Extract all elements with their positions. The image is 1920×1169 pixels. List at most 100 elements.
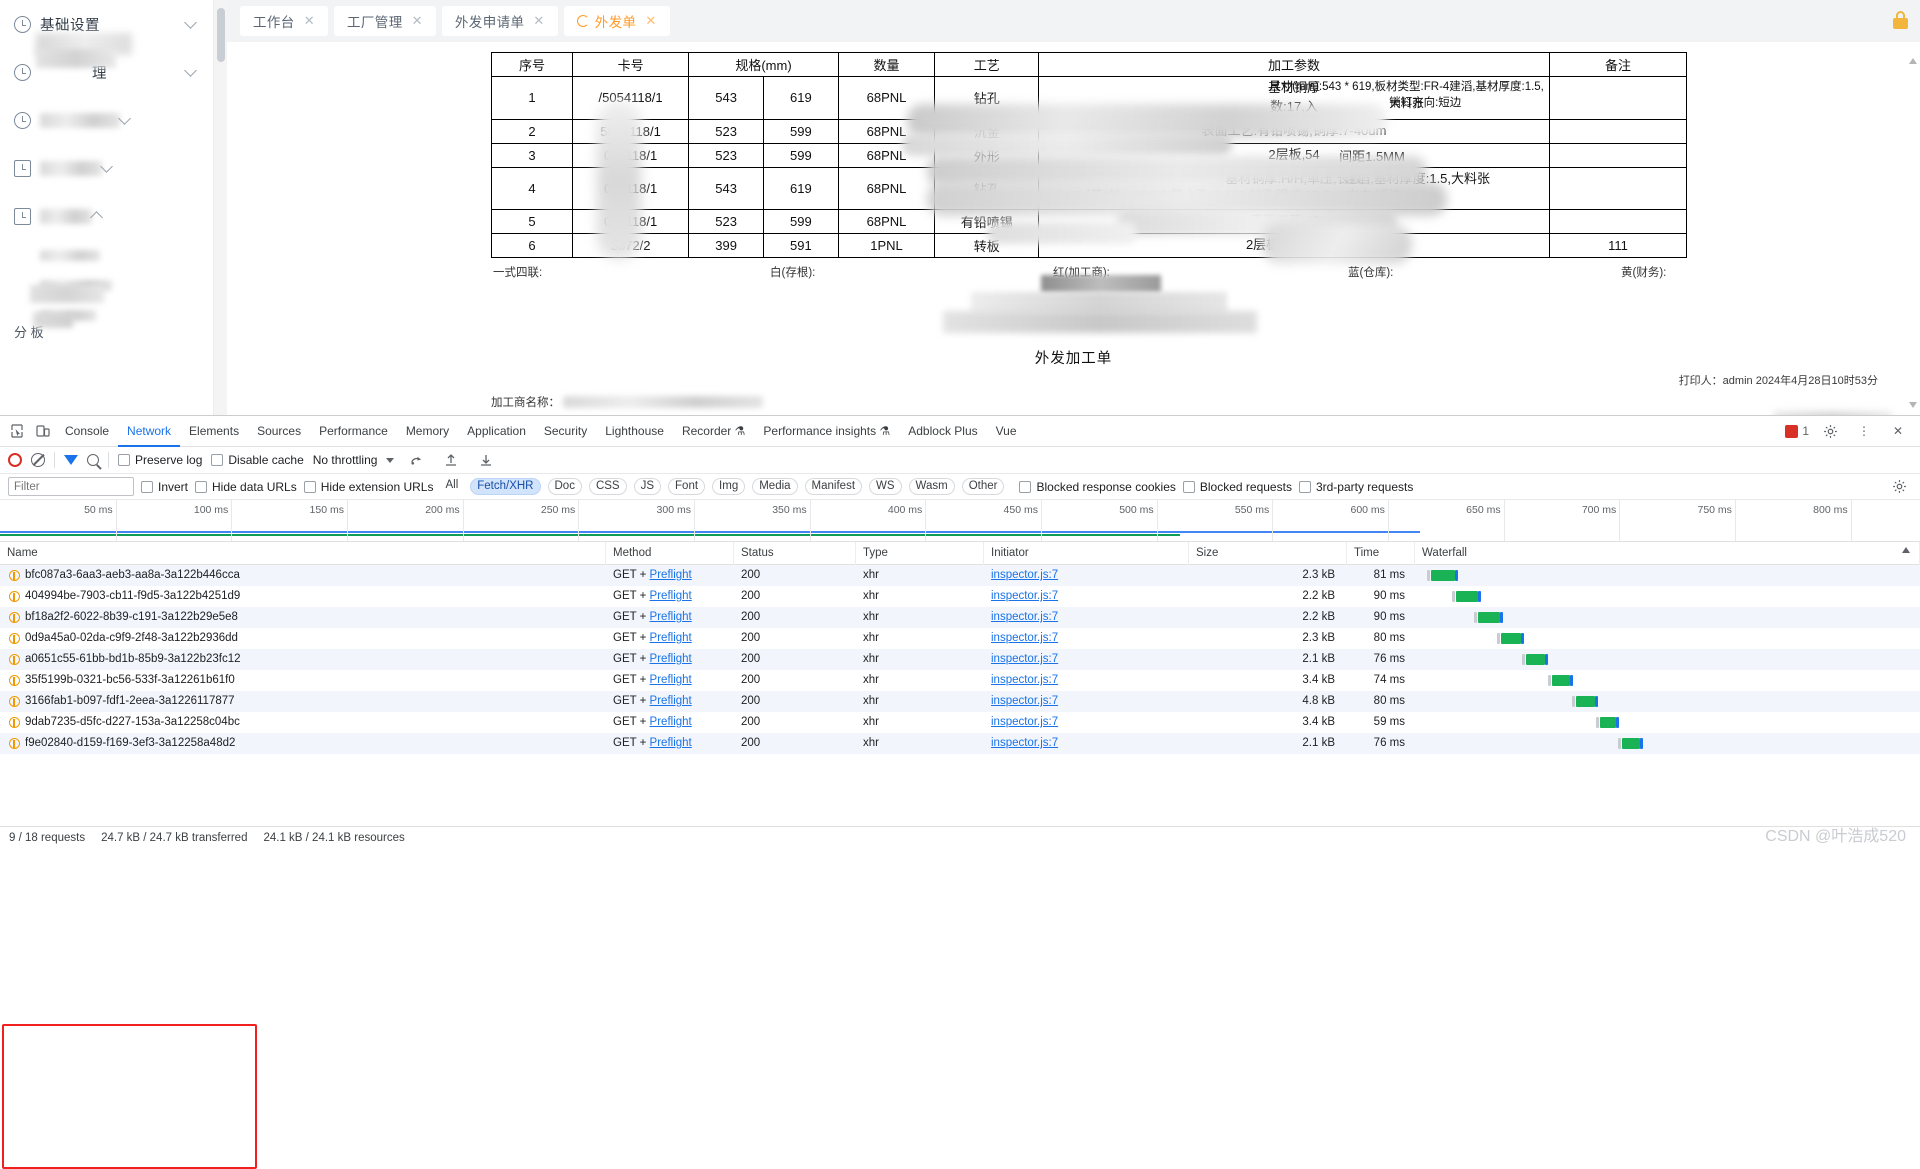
- preflight-link[interactable]: Preflight: [650, 611, 692, 623]
- import-har-icon[interactable]: [438, 447, 464, 473]
- invert-checkbox[interactable]: Invert: [141, 480, 188, 494]
- tab-performance[interactable]: Performance: [310, 416, 397, 447]
- third-party-requests-checkbox[interactable]: 3rd-party requests: [1298, 480, 1413, 494]
- cell-request-name[interactable]: 9dab7235-d5fc-d227-153a-3a12258c04bc: [0, 712, 606, 733]
- initiator-link[interactable]: inspector.js:7: [991, 611, 1058, 623]
- col-header-initiator[interactable]: Initiator: [984, 541, 1189, 565]
- preserve-log-checkbox[interactable]: Preserve log: [118, 453, 202, 467]
- close-devtools-icon[interactable]: ✕: [1885, 418, 1911, 444]
- tab-memory[interactable]: Memory: [397, 416, 458, 447]
- col-header-status[interactable]: Status: [734, 541, 856, 565]
- tab-close-icon[interactable]: ✕: [533, 13, 544, 29]
- blocked-response-cookies-checkbox[interactable]: Blocked response cookies: [1019, 480, 1176, 494]
- tab-close-icon[interactable]: ✕: [645, 13, 656, 29]
- tab-2[interactable]: 外发申请单 ✕: [441, 6, 558, 36]
- type-filter-other[interactable]: Other: [961, 478, 1005, 495]
- initiator-link[interactable]: inspector.js:7: [991, 737, 1058, 749]
- preflight-link[interactable]: Preflight: [650, 653, 692, 665]
- sidebar-item-4[interactable]: [0, 192, 213, 240]
- more-options-icon[interactable]: ⋮: [1851, 418, 1877, 444]
- preflight-link[interactable]: Preflight: [650, 716, 692, 728]
- export-har-icon[interactable]: [473, 447, 499, 473]
- initiator-link[interactable]: inspector.js:7: [991, 695, 1058, 707]
- cell-request-name[interactable]: bf18a2f2-6022-8b39-c191-3a122b29e5e8: [0, 607, 606, 628]
- chevron-down-icon[interactable]: [386, 457, 395, 463]
- tab-elements[interactable]: Elements: [180, 416, 248, 447]
- blocked-requests-checkbox[interactable]: Blocked requests: [1182, 480, 1292, 494]
- tab-1[interactable]: 工厂管理 ✕: [334, 6, 436, 36]
- type-filter-manifest[interactable]: Manifest: [804, 478, 863, 495]
- lock-icon[interactable]: [1893, 11, 1908, 29]
- settings-gear-icon[interactable]: [1817, 418, 1843, 444]
- cell-request-name[interactable]: 35f5199b-0321-bc56-533f-3a12261b61f0: [0, 670, 606, 691]
- throttling-select[interactable]: No throttling: [313, 453, 378, 467]
- col-header-size[interactable]: Size: [1189, 541, 1347, 565]
- preflight-link[interactable]: Preflight: [650, 632, 692, 644]
- tab-performance-insights[interactable]: Performance insights ⚗: [754, 416, 899, 447]
- type-filter-doc[interactable]: Doc: [547, 478, 582, 495]
- preflight-link[interactable]: Preflight: [650, 674, 692, 686]
- tab-network[interactable]: Network: [118, 416, 180, 447]
- network-conditions-icon[interactable]: [403, 447, 429, 473]
- scroll-up-arrow[interactable]: [1909, 58, 1918, 67]
- initiator-link[interactable]: inspector.js:7: [991, 632, 1058, 644]
- tab-0[interactable]: 工作台 ✕: [240, 6, 328, 36]
- search-icon[interactable]: [87, 454, 99, 466]
- tab-close-icon[interactable]: ✕: [412, 13, 423, 29]
- cell-request-name[interactable]: a0651c55-61bb-bd1b-85b9-3a122b23fc12: [0, 649, 606, 670]
- initiator-link[interactable]: inspector.js:7: [991, 653, 1058, 665]
- tab-recorder[interactable]: Recorder ⚗: [673, 416, 754, 447]
- initiator-link[interactable]: inspector.js:7: [991, 590, 1058, 602]
- tab-vue[interactable]: Vue: [987, 416, 1026, 447]
- col-header-time[interactable]: Time: [1347, 541, 1415, 565]
- table-row[interactable]: a0651c55-61bb-bd1b-85b9-3a122b23fc12 GET …: [0, 649, 1920, 670]
- sidebar-item-3[interactable]: [0, 144, 213, 192]
- table-row[interactable]: 404994be-7903-cb11-f9d5-3a122b4251d9 GET …: [0, 586, 1920, 607]
- table-row[interactable]: bfc087a3-6aa3-aeb3-aa8a-3a122b446cca GET …: [0, 565, 1920, 586]
- network-timeline-overview[interactable]: 请求了9次详情接口，然后整合数据后渲染到页面上 50 ms 100 ms 150 m…: [0, 500, 1920, 542]
- filter-input[interactable]: [8, 477, 134, 496]
- preflight-link[interactable]: Preflight: [650, 737, 692, 749]
- type-filter-fetch-xhr[interactable]: Fetch/XHR: [470, 478, 541, 495]
- tab-security[interactable]: Security: [535, 416, 596, 447]
- error-badge[interactable]: 1: [1785, 424, 1809, 438]
- tab-adblock-plus[interactable]: Adblock Plus: [899, 416, 986, 447]
- tab-close-icon[interactable]: ✕: [304, 13, 315, 29]
- preflight-link[interactable]: Preflight: [650, 569, 692, 581]
- initiator-link[interactable]: inspector.js:7: [991, 569, 1058, 581]
- table-row[interactable]: f9e02840-d159-f169-3ef3-3a12258a48d2 GET …: [0, 733, 1920, 754]
- table-row[interactable]: 0d9a45a0-02da-c9f9-2f48-3a122b2936dd GET …: [0, 628, 1920, 649]
- col-header-method[interactable]: Method: [606, 541, 734, 565]
- table-row[interactable]: 3166fab1-b097-fdf1-2eea-3a1226117877 GET …: [0, 691, 1920, 712]
- type-filter-ws[interactable]: WS: [869, 478, 902, 495]
- tab-sources[interactable]: Sources: [248, 416, 310, 447]
- sidebar-item-2[interactable]: [0, 96, 213, 144]
- type-filter-font[interactable]: Font: [668, 478, 706, 495]
- cell-request-name[interactable]: f9e02840-d159-f169-3ef3-3a12258a48d2: [0, 733, 606, 754]
- initiator-link[interactable]: inspector.js:7: [991, 716, 1058, 728]
- cell-request-name[interactable]: 404994be-7903-cb11-f9d5-3a122b4251d9: [0, 586, 606, 607]
- cell-request-name[interactable]: 0d9a45a0-02da-c9f9-2f48-3a122b2936dd: [0, 628, 606, 649]
- filter-settings-gear-icon[interactable]: [1886, 474, 1912, 500]
- preflight-link[interactable]: Preflight: [650, 590, 692, 602]
- clear-button-icon[interactable]: [31, 453, 45, 467]
- table-row[interactable]: 9dab7235-d5fc-d227-153a-3a12258c04bc GET …: [0, 712, 1920, 733]
- hide-data-urls-checkbox[interactable]: Hide data URLs: [195, 480, 297, 494]
- hide-extension-urls-checkbox[interactable]: Hide extension URLs: [303, 480, 433, 494]
- type-filter-media[interactable]: Media: [752, 478, 798, 495]
- type-filter-all[interactable]: All: [440, 478, 463, 495]
- content-vertical-scrollbar[interactable]: [214, 0, 227, 415]
- inspect-element-icon[interactable]: [4, 418, 30, 444]
- tab-3-active[interactable]: 外发单 ✕: [563, 6, 670, 36]
- tab-lighthouse[interactable]: Lighthouse: [596, 416, 673, 447]
- cell-request-name[interactable]: 3166fab1-b097-fdf1-2eea-3a1226117877: [0, 691, 606, 712]
- type-filter-img[interactable]: Img: [712, 478, 746, 495]
- table-row[interactable]: bf18a2f2-6022-8b39-c191-3a122b29e5e8 GET …: [0, 607, 1920, 628]
- scrollbar-thumb[interactable]: [216, 8, 225, 62]
- tab-console[interactable]: Console: [56, 416, 118, 447]
- sidebar-sub-item-0[interactable]: [0, 240, 213, 270]
- type-filter-css[interactable]: CSS: [588, 478, 627, 495]
- preflight-link[interactable]: Preflight: [650, 695, 692, 707]
- type-filter-wasm[interactable]: Wasm: [908, 478, 955, 495]
- disable-cache-checkbox[interactable]: Disable cache: [211, 453, 304, 467]
